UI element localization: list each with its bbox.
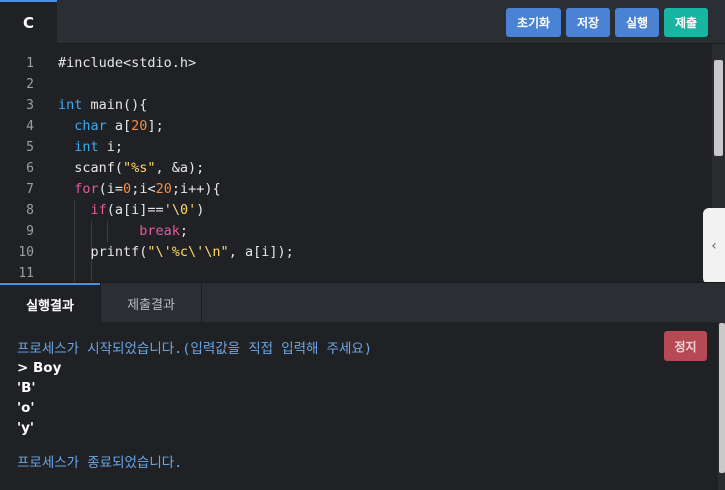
line-number: 2 bbox=[26, 77, 34, 92]
code-line[interactable]: for(i=0;i<20;i++){ bbox=[58, 179, 220, 200]
console-scrollbar-thumb[interactable] bbox=[719, 323, 725, 473]
line-number: 4 bbox=[26, 119, 34, 134]
console-line: 'o' bbox=[17, 400, 35, 416]
code-line[interactable]: char a[20]; bbox=[58, 116, 163, 137]
console-line: 'B' bbox=[17, 380, 36, 396]
console-line: > Boy bbox=[17, 360, 62, 376]
line-number: 11 bbox=[18, 266, 34, 281]
tab-submit-result[interactable]: 제출결과 bbox=[100, 283, 202, 323]
language-tab-c[interactable]: C bbox=[0, 0, 57, 44]
run-button[interactable]: 실행 bbox=[615, 8, 659, 37]
code-line[interactable]: scanf("%s", &a); bbox=[58, 158, 204, 179]
line-number: 9 bbox=[26, 224, 34, 239]
code-editor[interactable]: 1 2 3 4 5 6 7 8 9 10 11 #include<stdio.h… bbox=[0, 44, 725, 282]
console-output: 프로세스가 시작되었습니다.(입력값을 직접 입력해 주세요) > Boy 'B… bbox=[0, 322, 725, 490]
code-line[interactable]: break; bbox=[58, 221, 188, 242]
line-number: 6 bbox=[26, 161, 34, 176]
line-number: 7 bbox=[26, 182, 34, 197]
line-number: 8 bbox=[26, 203, 34, 218]
line-number: 10 bbox=[18, 245, 34, 260]
console-line: 'y' bbox=[17, 420, 35, 436]
line-number: 1 bbox=[26, 56, 34, 71]
line-number-gutter: 1 2 3 4 5 6 7 8 9 10 11 bbox=[0, 44, 48, 282]
editor-scrollbar-thumb[interactable] bbox=[714, 60, 723, 156]
line-number: 3 bbox=[26, 98, 34, 113]
chevron-left-icon: ‹ bbox=[711, 238, 717, 254]
side-panel-toggle[interactable]: ‹ bbox=[703, 208, 725, 284]
tab-run-result[interactable]: 실행결과 bbox=[0, 283, 100, 323]
stop-button[interactable]: 정지 bbox=[664, 331, 707, 361]
code-line[interactable]: printf("\'%c\'\n", a[i]); bbox=[58, 242, 294, 263]
code-line[interactable]: if(a[i]=='\0') bbox=[58, 200, 205, 221]
console-line: 프로세스가 종료되었습니다. bbox=[17, 455, 183, 471]
code-line[interactable]: #include<stdio.h> bbox=[58, 53, 196, 74]
code-line[interactable]: int i; bbox=[58, 137, 123, 158]
reset-button[interactable]: 초기화 bbox=[506, 8, 561, 37]
save-button[interactable]: 저장 bbox=[566, 8, 610, 37]
line-number: 5 bbox=[26, 140, 34, 155]
submit-button[interactable]: 제출 bbox=[664, 8, 708, 37]
output-tabs: 실행결과 제출결과 bbox=[0, 282, 725, 323]
console-line: 프로세스가 시작되었습니다.(입력값을 직접 입력해 주세요) bbox=[17, 341, 372, 357]
top-toolbar: C 초기화 저장 실행 제출 bbox=[0, 0, 725, 44]
code-lines[interactable]: #include<stdio.h> int main(){ char a[20]… bbox=[58, 44, 708, 282]
code-line[interactable]: int main(){ bbox=[58, 95, 147, 116]
